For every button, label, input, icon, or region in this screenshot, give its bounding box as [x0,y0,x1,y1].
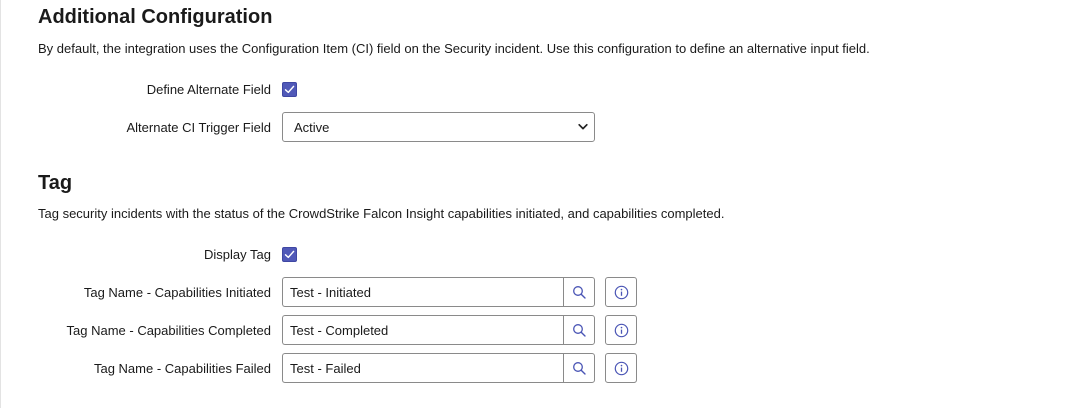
check-icon [284,250,295,259]
tag-name-failed-label: Tag Name - Capabilities Failed [93,361,271,376]
tag-name-failed-lookup-button[interactable] [563,353,595,383]
tag-name-completed-info-button[interactable] [605,315,637,345]
tag-name-failed-input[interactable]: Test - Failed [282,353,564,383]
tag-name-completed-lookup-button[interactable] [563,315,595,345]
tag-name-initiated-label: Tag Name - Capabilities Initiated [83,285,271,300]
tag-name-initiated-lookup-button[interactable] [563,277,595,307]
tag-name-completed-input[interactable]: Test - Completed [282,315,564,345]
search-icon [573,362,586,375]
info-icon [614,323,629,338]
check-icon [284,85,295,94]
tag-name-initiated-input[interactable]: Test - Initiated [282,277,564,307]
search-icon [573,324,586,337]
define-alternate-field-checkbox[interactable] [282,82,297,97]
section-title-additional-configuration: Additional Configuration [38,6,273,28]
alternate-ci-trigger-field-select[interactable]: Active [282,112,595,142]
tag-name-initiated-value: Test - Initiated [290,285,371,300]
info-icon [614,361,629,376]
chevron-down-icon [578,123,588,130]
define-alternate-field-label: Define Alternate Field [146,82,271,97]
tag-name-completed-value: Test - Completed [290,323,389,338]
tag-name-initiated-info-button[interactable] [605,277,637,307]
alternate-ci-trigger-field-label: Alternate CI Trigger Field [126,120,271,135]
tag-name-failed-value: Test - Failed [290,361,361,376]
tag-name-failed-info-button[interactable] [605,353,637,383]
section-description-additional-configuration: By default, the integration uses the Con… [38,41,870,56]
display-tag-checkbox[interactable] [282,247,297,262]
search-icon [573,286,586,299]
section-description-tag: Tag security incidents with the status o… [38,206,725,221]
info-icon [614,285,629,300]
tag-name-completed-label: Tag Name - Capabilities Completed [66,323,271,338]
display-tag-label: Display Tag [204,247,271,262]
section-title-tag: Tag [38,172,73,194]
alternate-ci-trigger-field-value: Active [294,120,330,135]
